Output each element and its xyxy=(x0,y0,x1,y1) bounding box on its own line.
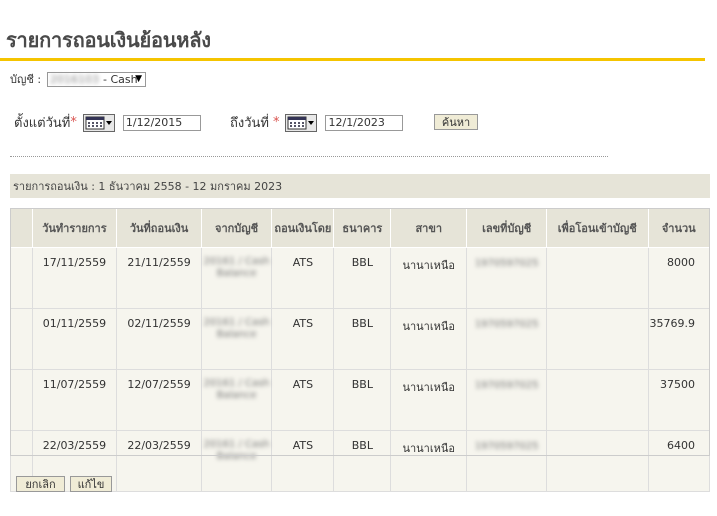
transfer-to-cell xyxy=(545,369,649,431)
withdraw-date-cell: 02/11/2559 xyxy=(116,308,202,370)
method-cell: ATS xyxy=(271,369,335,431)
from-account-cell: 20161 / Cash Balance xyxy=(200,308,273,370)
method-cell: ATS xyxy=(271,430,335,492)
transfer-to-cell xyxy=(545,430,649,492)
withdrawal-table: วันทำรายการ วันที่ถอนเงิน จากบัญชี ถอนเง… xyxy=(10,208,710,492)
from-account-text: 20161 / Cash Balance xyxy=(203,317,270,340)
table-row[interactable]: 22/03/2559 22/03/2559 20161 / Cash Balan… xyxy=(10,430,710,492)
bank-cell: BBL xyxy=(333,247,392,309)
account-select[interactable]: 2016103 - Cash ▼ xyxy=(47,71,147,87)
from-date-group: ตั้งแต่วันที่ * 1/12/2015 xyxy=(14,112,201,133)
to-date-group: ถึงวันที่ * 12/1/2023 xyxy=(230,112,404,133)
txn-date-cell: 11/07/2559 xyxy=(31,369,118,431)
period-summary: รายการถอนเงิน : 1 ธันวาคม 2558 - 12 มกรา… xyxy=(10,174,710,198)
page-title: รายการถอนเงินย้อนหลัง xyxy=(6,28,211,52)
account-no-text: 1970597025 xyxy=(474,441,539,452)
from-account-text: 20161 / Cash Balance xyxy=(203,439,270,462)
required-mark: * xyxy=(70,115,77,130)
bank-cell: BBL xyxy=(333,430,392,492)
header-bank: ธนาคาร xyxy=(333,208,392,248)
account-no-text: 1970597025 xyxy=(474,258,539,269)
account-row: บัญชี : 2016103 - Cash ▼ xyxy=(10,70,147,88)
method-cell: ATS xyxy=(271,308,335,370)
row-select-cell[interactable] xyxy=(10,308,33,370)
branch-cell: นานาเหนือ xyxy=(390,369,468,431)
branch-cell: นานาเหนือ xyxy=(390,430,468,492)
dotted-divider xyxy=(10,156,608,157)
header-method: ถอนเงินโดย xyxy=(271,208,335,248)
method-cell: ATS xyxy=(271,247,335,309)
header-txn-date: วันทำรายการ xyxy=(31,208,118,248)
account-suffix: - Cash xyxy=(103,72,138,86)
txn-date-cell: 17/11/2559 xyxy=(31,247,118,309)
account-label: บัญชี : xyxy=(10,73,42,86)
from-account-cell: 20161 / Cash Balance xyxy=(200,369,273,431)
account-number: 2016103 xyxy=(50,72,100,86)
branch-cell: นานาเหนือ xyxy=(390,308,468,370)
header-account-no: เลขที่บัญชี xyxy=(466,208,547,248)
txn-date-cell: 01/11/2559 xyxy=(31,308,118,370)
from-account-text: 20161 / Cash Balance xyxy=(203,378,270,401)
header-amount: จำนวน xyxy=(647,208,710,248)
withdraw-date-cell: 12/07/2559 xyxy=(116,369,202,431)
account-no-cell: 1970597025 xyxy=(466,308,547,370)
transfer-to-cell xyxy=(545,247,649,309)
to-date-label: ถึงวันที่ xyxy=(230,116,269,131)
amount-cell: 6400 xyxy=(647,430,710,492)
search-button[interactable]: ค้นหา xyxy=(434,114,478,130)
header-blank xyxy=(10,208,33,248)
bank-cell: BBL xyxy=(333,369,392,431)
from-date-label: ตั้งแต่วันที่ xyxy=(14,116,71,131)
table-row[interactable]: 01/11/2559 02/11/2559 20161 / Cash Balan… xyxy=(10,308,710,370)
table-row[interactable]: 11/07/2559 12/07/2559 20161 / Cash Balan… xyxy=(10,369,710,431)
required-mark: * xyxy=(272,115,280,130)
table-row[interactable]: 17/11/2559 21/11/2559 20161 / Cash Balan… xyxy=(10,247,710,309)
from-calendar-button[interactable] xyxy=(82,113,115,132)
calendar-icon xyxy=(287,116,315,129)
account-no-text: 1970597025 xyxy=(474,319,539,330)
row-select-cell[interactable] xyxy=(10,369,33,431)
amount-cell: 37500 xyxy=(647,369,710,431)
branch-cell: นานาเหนือ xyxy=(390,247,468,309)
account-no-cell: 1970597025 xyxy=(466,430,547,492)
transfer-to-cell xyxy=(545,308,649,370)
from-account-cell: 20161 / Cash Balance xyxy=(200,247,273,309)
edit-button[interactable]: แก้ไข xyxy=(70,476,112,492)
title-divider xyxy=(0,58,705,61)
account-no-text: 1970597025 xyxy=(474,380,539,391)
header-transfer-to: เพื่อโอนเข้าบัญชี xyxy=(545,208,649,248)
withdraw-date-cell: 22/03/2559 xyxy=(116,430,202,492)
cancel-button[interactable]: ยกเลิก xyxy=(16,476,65,492)
row-select-cell[interactable] xyxy=(10,247,33,309)
to-date-input[interactable]: 12/1/2023 xyxy=(325,114,404,131)
account-no-cell: 1970597025 xyxy=(466,369,547,431)
table-header-row: วันทำรายการ วันที่ถอนเงิน จากบัญชี ถอนเง… xyxy=(10,208,710,248)
amount-cell: 8000 xyxy=(647,247,710,309)
dropdown-arrow-icon: ▼ xyxy=(135,73,143,84)
calendar-icon xyxy=(85,116,112,129)
header-from-account: จากบัญชี xyxy=(200,208,273,248)
account-no-cell: 1970597025 xyxy=(466,247,547,309)
from-account-text: 20161 / Cash Balance xyxy=(203,256,270,279)
from-account-cell: 20161 / Cash Balance xyxy=(200,430,273,492)
header-branch: สาขา xyxy=(390,208,468,248)
from-date-input[interactable]: 1/12/2015 xyxy=(122,114,201,131)
to-calendar-button[interactable] xyxy=(285,113,318,132)
header-withdraw-date: วันที่ถอนเงิน xyxy=(116,208,202,248)
amount-cell: 35769.9 xyxy=(647,308,710,370)
bank-cell: BBL xyxy=(333,308,392,370)
withdraw-date-cell: 21/11/2559 xyxy=(116,247,202,309)
